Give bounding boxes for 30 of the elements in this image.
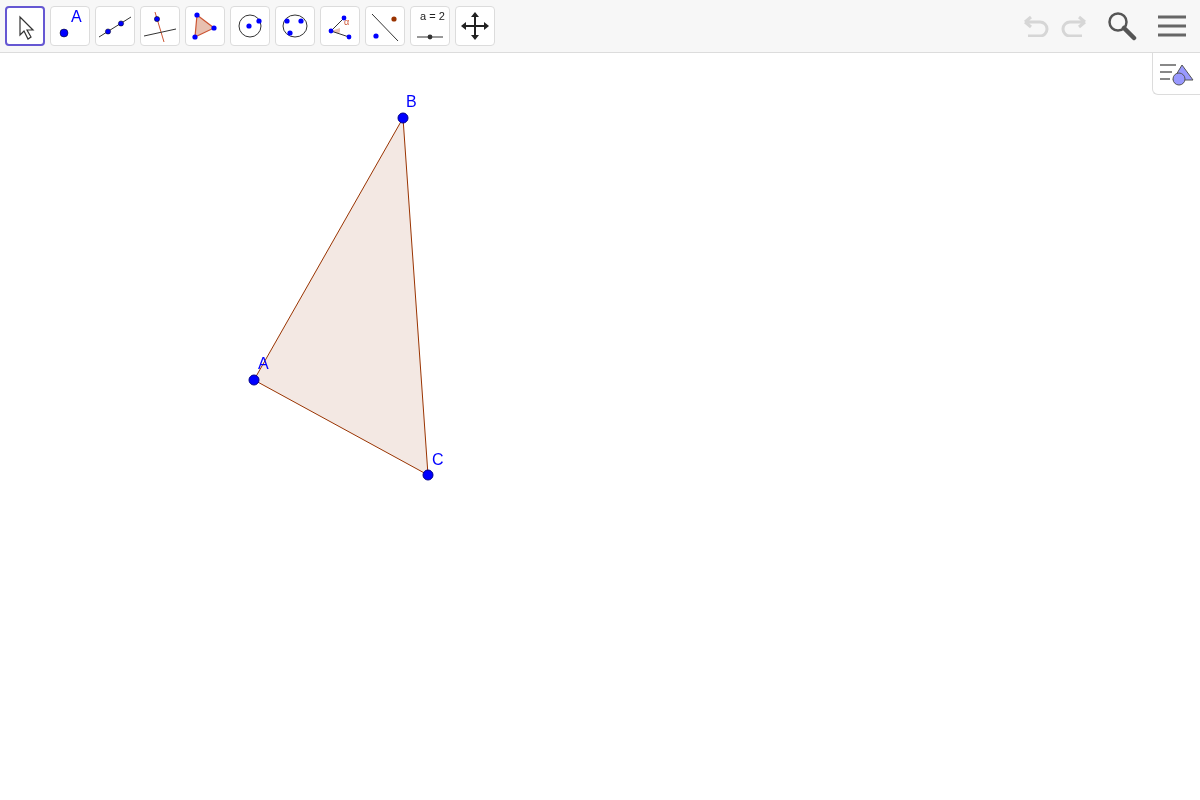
circle-through-points-icon <box>282 14 308 38</box>
circle-with-center-icon <box>238 14 262 38</box>
style-bar-icon <box>1159 61 1194 86</box>
tool-button[interactable]: a = 2 <box>410 6 450 46</box>
tool-button[interactable] <box>5 6 45 46</box>
style-bar-toggle[interactable] <box>1152 53 1200 95</box>
tool-icon-label: a = 2 <box>420 11 445 22</box>
reflect-point-icon <box>371 13 399 42</box>
move-arrows-icon <box>461 12 489 40</box>
angle-icon <box>328 15 352 40</box>
point-icon <box>59 28 69 38</box>
tool-icon-label: A <box>71 9 82 25</box>
line-through-points-icon <box>98 16 132 38</box>
tool-icon-label: α <box>344 18 350 27</box>
point[interactable] <box>397 112 409 124</box>
perpendicular-line-icon <box>143 11 177 43</box>
point-label: B <box>406 94 417 110</box>
point[interactable] <box>422 469 434 481</box>
redo-icon <box>1060 15 1088 37</box>
slider-icon <box>416 34 444 40</box>
search-icon <box>1107 11 1137 41</box>
tool-button[interactable]: α <box>320 6 360 46</box>
menu-icon <box>1158 14 1186 38</box>
undo-icon <box>1022 15 1050 37</box>
point-label: C <box>432 452 444 468</box>
arrow-cursor-icon <box>19 15 35 40</box>
point-label: A <box>258 356 269 372</box>
tool-button[interactable]: A <box>50 6 90 46</box>
point[interactable] <box>248 374 260 386</box>
polygon-icon <box>192 12 217 40</box>
